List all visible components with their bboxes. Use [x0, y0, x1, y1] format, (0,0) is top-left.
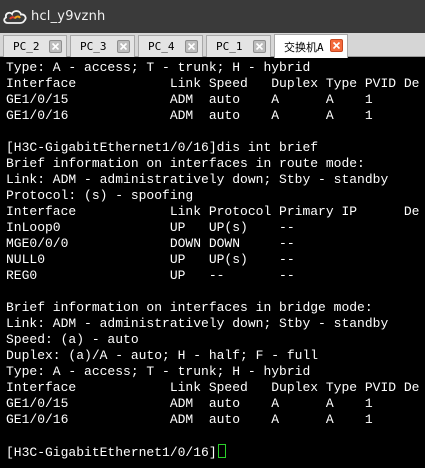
tab-pc-3[interactable]: PC_3: [70, 35, 135, 57]
title-bar: hcl_y9vznh: [0, 0, 425, 33]
tab-bar: PC_2 PC_3 PC_4 PC_1 交换机A: [0, 33, 425, 58]
terminal-output[interactable]: Type: A - access; T - trunk; H - hybrid …: [0, 58, 425, 468]
close-icon[interactable]: [185, 40, 198, 53]
close-icon[interactable]: [117, 40, 130, 53]
tab-label: PC_3: [80, 40, 107, 53]
terminal-line: GE1/0/15 ADM auto A A 1: [6, 92, 373, 107]
terminal-line: GE1/0/16 ADM auto A A 1: [6, 412, 373, 427]
terminal-line: Brief information on interfaces in route…: [6, 156, 365, 171]
terminal-line: Protocol: (s) - spoofing: [6, 188, 194, 203]
terminal-line: Speed: (a) - auto: [6, 332, 139, 347]
terminal-line: Duplex: (a)/A - auto; H - half; F - full: [6, 348, 319, 363]
tab-pc-4[interactable]: PC_4: [138, 35, 203, 57]
tab-label: 交换机A: [284, 40, 324, 54]
cloud-icon: [1, 7, 29, 27]
terminal-line: Link: ADM - administratively down; Stby …: [6, 316, 389, 331]
terminal-line: [H3C-GigabitEthernet1/0/16]dis int brief: [6, 140, 319, 155]
terminal-line: REG0 UP -- --: [6, 268, 295, 283]
text-cursor: [217, 444, 226, 458]
terminal-line: Type: A - access; T - trunk; H - hybrid: [6, 364, 311, 379]
command-prompt[interactable]: [H3C-GigabitEthernet1/0/16]: [6, 444, 226, 460]
tab-switch-a[interactable]: 交换机A: [274, 34, 348, 58]
prompt-text: [H3C-GigabitEthernet1/0/16]: [6, 445, 217, 460]
tab-label: PC_4: [148, 40, 175, 53]
tab-label: PC_2: [13, 40, 40, 53]
close-icon[interactable]: [49, 40, 62, 53]
terminal-line: Type: A - access; T - trunk; H - hybrid: [6, 60, 311, 75]
terminal-line: InLoop0 UP UP(s) --: [6, 220, 295, 235]
tab-label: PC_1: [216, 40, 243, 53]
tab-pc-1[interactable]: PC_1: [206, 35, 271, 57]
window-title: hcl_y9vznh: [31, 9, 106, 24]
terminal-line: Interface Link Speed Duplex Type PVID De: [6, 76, 420, 91]
terminal-line: GE1/0/16 ADM auto A A 1: [6, 108, 373, 123]
close-icon[interactable]: [330, 39, 343, 52]
terminal-line: GE1/0/15 ADM auto A A 1: [6, 396, 373, 411]
close-icon[interactable]: [253, 40, 266, 53]
terminal-line: NULL0 UP UP(s) --: [6, 252, 295, 267]
tab-pc-2[interactable]: PC_2: [3, 35, 67, 57]
terminal-line: Interface Link Protocol Primary IP De: [6, 204, 420, 219]
terminal-line: Link: ADM - administratively down; Stby …: [6, 172, 389, 187]
terminal-line: MGE0/0/0 DOWN DOWN --: [6, 236, 295, 251]
terminal-line: Brief information on interfaces in bridg…: [6, 300, 373, 315]
terminal-line: Interface Link Speed Duplex Type PVID De: [6, 380, 420, 395]
